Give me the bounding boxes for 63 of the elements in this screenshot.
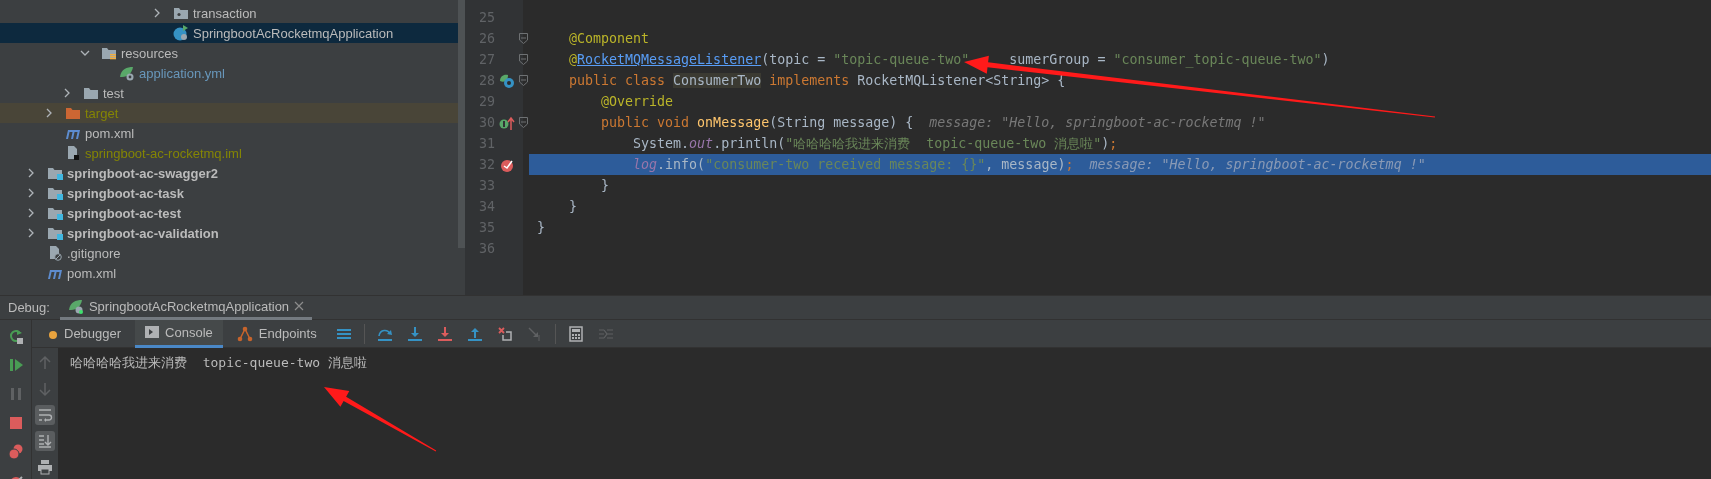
scrollbar[interactable] bbox=[458, 0, 465, 248]
code-line: public void onMessage(String message) { message: "Hello, springboot-ac-rocketmq !" bbox=[600, 114, 1267, 132]
scroll-to-end-icon[interactable] bbox=[35, 431, 55, 451]
code-line: } bbox=[536, 219, 546, 237]
chevron-icon[interactable] bbox=[80, 48, 90, 58]
fold-marker-icon[interactable] bbox=[519, 54, 528, 65]
app-class-icon bbox=[173, 25, 189, 41]
close-icon bbox=[294, 301, 305, 311]
resources-folder-icon bbox=[101, 46, 117, 60]
ignore-file-icon bbox=[47, 245, 63, 261]
code-line: @RocketMQMessageListener(topic = "topic-queue-two" sumerGroup = "consumer_topic-queue-two") bbox=[568, 51, 1331, 70]
module-icon bbox=[47, 166, 63, 180]
code-line: @Component bbox=[568, 30, 651, 48]
spring-app-icon bbox=[67, 298, 84, 314]
spring-config-icon bbox=[119, 65, 135, 81]
tree-row[interactable]: application.yml bbox=[0, 63, 458, 83]
step-into-icon[interactable] bbox=[406, 325, 423, 342]
fold-marker-icon[interactable] bbox=[519, 75, 528, 86]
tree-row[interactable]: springboot-ac-task bbox=[0, 183, 458, 203]
chevron-icon[interactable] bbox=[152, 8, 162, 18]
module-icon bbox=[47, 206, 63, 220]
stop-icon[interactable] bbox=[7, 415, 24, 431]
implements-method-icon[interactable] bbox=[499, 114, 515, 131]
print-icon[interactable] bbox=[35, 457, 55, 477]
tree-row[interactable]: resources bbox=[0, 43, 458, 63]
rerun-icon[interactable] bbox=[7, 328, 24, 344]
debugger-icon bbox=[48, 328, 58, 339]
panel-tab[interactable]: Debugger bbox=[38, 319, 132, 348]
resume-icon[interactable] bbox=[7, 357, 24, 373]
drop-frame-icon[interactable] bbox=[496, 325, 513, 342]
folder-icon bbox=[65, 106, 81, 120]
tree-row[interactable]: pom.xml bbox=[0, 123, 458, 143]
panel-tab[interactable]: Endpoints bbox=[226, 319, 327, 348]
panel-tab[interactable]: Console bbox=[135, 319, 223, 348]
run-class-icon[interactable] bbox=[499, 72, 515, 89]
code-line: } bbox=[568, 198, 579, 216]
tree-row[interactable]: springboot-ac-test bbox=[0, 203, 458, 223]
code-line: @Override bbox=[600, 93, 675, 111]
fold-marker-icon[interactable] bbox=[519, 117, 528, 128]
fold-marker-icon[interactable] bbox=[519, 33, 528, 44]
calculator-icon[interactable] bbox=[567, 325, 584, 342]
tree-row[interactable]: springboot-ac-validation bbox=[0, 223, 458, 243]
console-output: 哈哈哈哈我进来消费 topic-queue-two 消息啦 bbox=[70, 354, 368, 372]
file-icon bbox=[65, 145, 81, 161]
code-line: } bbox=[600, 177, 611, 195]
code-line: System.out.println("哈哈哈哈我进来消费 topic-queue-two 消息啦"); bbox=[632, 134, 1119, 153]
tree-row[interactable]: transaction bbox=[0, 3, 458, 23]
force-step-into-icon[interactable] bbox=[436, 325, 453, 342]
module-icon bbox=[47, 226, 63, 240]
panel-title: Debug: bbox=[8, 300, 50, 315]
breakpoints-icon[interactable] bbox=[7, 444, 24, 460]
package-icon bbox=[173, 6, 189, 20]
tree-row[interactable]: springboot-ac-swagger2 bbox=[0, 163, 458, 183]
console-icon bbox=[145, 326, 160, 338]
folder-icon bbox=[83, 86, 99, 100]
tree-row[interactable]: .gitignore bbox=[0, 243, 458, 263]
tree-row[interactable]: test bbox=[0, 83, 458, 103]
soft-wrap-icon[interactable] bbox=[35, 405, 55, 425]
module-icon bbox=[47, 186, 63, 200]
step-out-icon[interactable] bbox=[466, 325, 483, 342]
endpoints-icon bbox=[236, 325, 253, 342]
tree-row[interactable]: SpringbootAcRocketmqApplication bbox=[0, 23, 458, 43]
tree-row[interactable]: pom.xml bbox=[0, 263, 458, 283]
